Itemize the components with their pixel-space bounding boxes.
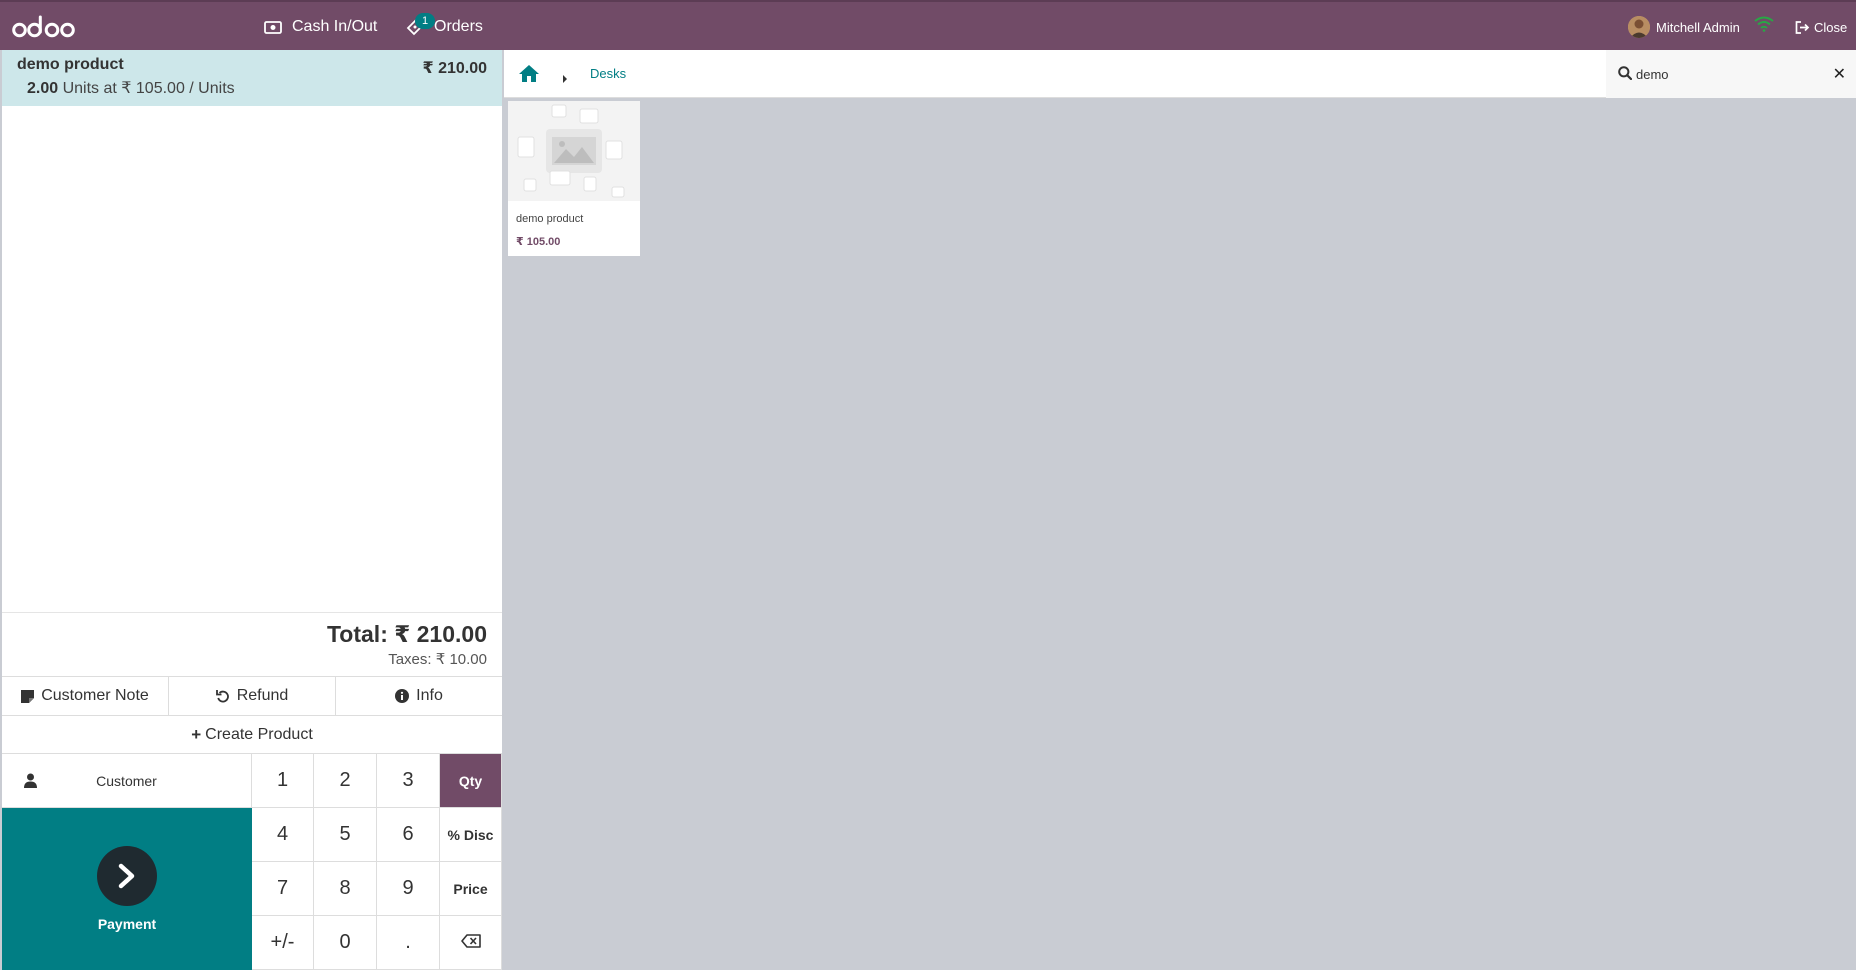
order-line-price: ₹ 210.00 (422, 60, 487, 77)
close-button[interactable]: Close (1795, 2, 1847, 52)
order-line-detail: Units at ₹ 105.00 / Units (62, 80, 235, 97)
product-card[interactable]: demo product ₹ 105.00 (508, 101, 640, 256)
search-input[interactable] (1636, 62, 1816, 86)
order-line-product-name: demo product (17, 56, 124, 73)
sign-out-icon (1795, 20, 1810, 34)
chevron-right-icon (97, 846, 157, 906)
info-icon (395, 689, 410, 703)
numpad-mode-discount[interactable]: % Disc (440, 808, 502, 862)
control-buttons: Customer Note Refund Info (2, 676, 502, 716)
numpad-key-7[interactable]: 7 (252, 862, 314, 916)
numpad-backspace[interactable] (440, 916, 502, 970)
numpad-key-4[interactable]: 4 (252, 808, 314, 862)
undo-icon (215, 689, 230, 703)
info-button[interactable]: Info (336, 677, 502, 715)
products-toolbar: Desks ✕ (504, 50, 1856, 98)
numpad-key-1[interactable]: 1 (252, 754, 314, 808)
numpad: 1 2 3 Qty 4 5 6 % Disc 7 8 9 Price +/- 0… (252, 754, 502, 970)
product-name: demo product (516, 213, 584, 225)
sticky-note-icon (21, 689, 35, 703)
numpad-key-3[interactable]: 3 (377, 754, 440, 808)
order-summary: Total: ₹ 210.00 Taxes: ₹ 10.00 (2, 612, 502, 676)
order-pane: demo product ₹ 210.00 2.00 Units at ₹ 10… (2, 50, 502, 970)
home-icon[interactable] (518, 64, 540, 88)
payment-button[interactable]: Payment (2, 808, 252, 970)
customer-note-button[interactable]: Customer Note (2, 677, 169, 715)
order-line-qty: 2.00 (27, 80, 59, 97)
plus-icon: + (191, 724, 202, 744)
breadcrumb-category[interactable]: Desks (590, 66, 626, 81)
numpad-key-plus-minus[interactable]: +/- (252, 916, 314, 970)
customer-label: Customer (96, 772, 157, 789)
numpad-key-9[interactable]: 9 (377, 862, 440, 916)
product-price: ₹ 105.00 (516, 236, 561, 248)
close-label: Close (1814, 19, 1848, 35)
clear-search-icon[interactable]: ✕ (1833, 64, 1846, 84)
search-box: ✕ (1606, 50, 1856, 98)
backspace-icon (460, 931, 481, 954)
refund-label: Refund (236, 687, 289, 704)
money-icon (264, 20, 282, 34)
numpad-key-decimal[interactable]: . (377, 916, 440, 970)
set-customer-button[interactable]: Customer (2, 754, 252, 808)
product-placeholder-image (508, 101, 640, 201)
numpad-mode-qty[interactable]: Qty (440, 754, 502, 808)
orders-count-badge: 1 (415, 13, 435, 29)
payment-label: Payment (97, 916, 157, 932)
odoo-logo (12, 10, 76, 44)
user-menu[interactable]: Mitchell Admin (1628, 2, 1740, 52)
numpad-key-6[interactable]: 6 (377, 808, 440, 862)
order-total: Total: ₹ 210.00 (326, 621, 487, 647)
orders-label: Orders (434, 18, 483, 35)
top-bar: Cash In/Out Orders 1 Mitchell Admin Clos… (0, 0, 1856, 50)
wifi-icon (1754, 16, 1774, 37)
search-icon (1618, 66, 1633, 85)
cash-in-out-label: Cash In/Out (292, 18, 378, 35)
create-product-label: Create Product (205, 725, 313, 743)
numpad-key-8[interactable]: 8 (314, 862, 377, 916)
order-line[interactable]: demo product ₹ 210.00 2.00 Units at ₹ 10… (2, 50, 502, 106)
user-name: Mitchell Admin (1656, 19, 1740, 35)
refund-button[interactable]: Refund (169, 677, 336, 715)
user-icon (24, 773, 37, 791)
order-taxes: Taxes: ₹ 10.00 (388, 651, 487, 668)
cash-in-out-button[interactable]: Cash In/Out (264, 2, 377, 52)
caret-right-icon (562, 70, 568, 88)
avatar (1628, 16, 1650, 38)
create-product-button[interactable]: + Create Product (2, 716, 502, 754)
numpad-key-2[interactable]: 2 (314, 754, 377, 808)
order-line-info: 2.00 Units at ₹ 105.00 / Units (17, 78, 487, 98)
numpad-mode-price[interactable]: Price (440, 862, 502, 916)
numpad-key-5[interactable]: 5 (314, 808, 377, 862)
numpad-key-0[interactable]: 0 (314, 916, 377, 970)
customer-note-label: Customer Note (41, 687, 149, 704)
info-label: Info (416, 687, 443, 704)
